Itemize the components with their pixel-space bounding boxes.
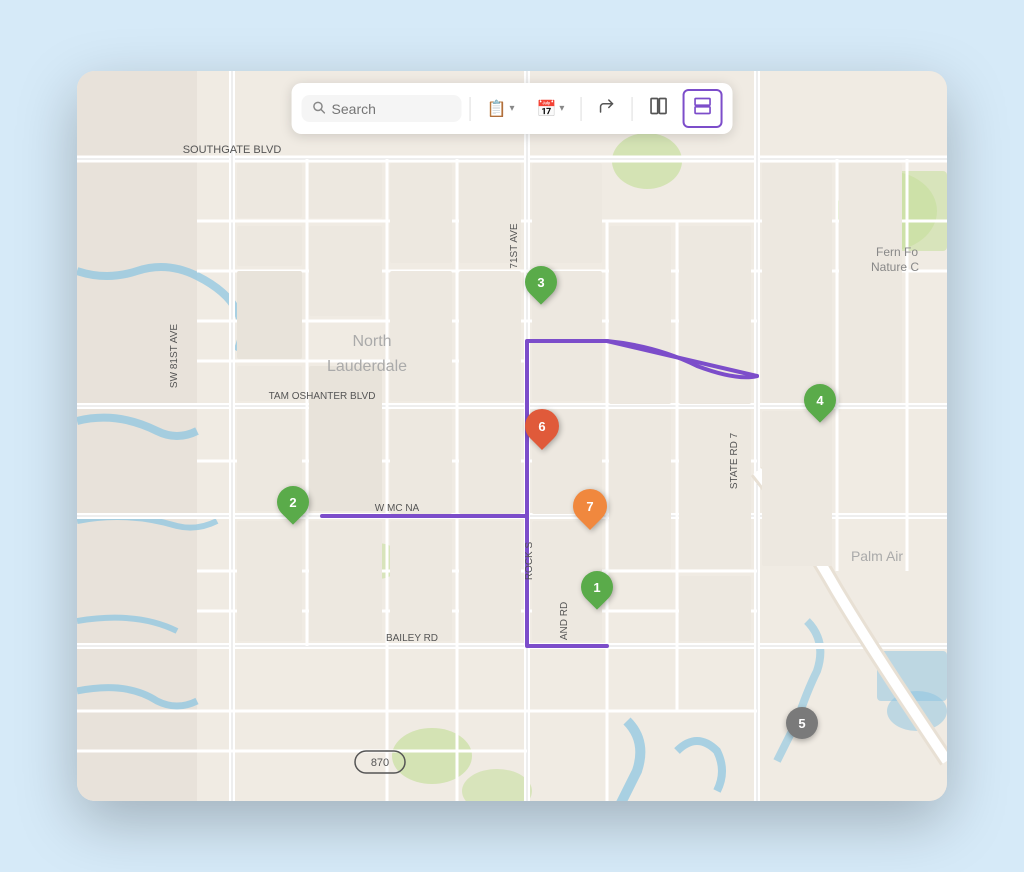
toolbar-divider-2: [580, 97, 581, 121]
marker-3[interactable]: 3: [518, 259, 563, 304]
svg-text:ROCK S: ROCK S: [524, 542, 535, 581]
svg-text:Nature C: Nature C: [871, 260, 919, 274]
svg-text:Palm Air: Palm Air: [851, 548, 903, 564]
split-v-button[interactable]: [682, 89, 722, 128]
search-box[interactable]: [302, 95, 462, 122]
marker-1[interactable]: 1: [574, 564, 619, 609]
svg-text:BAILEY RD: BAILEY RD: [386, 633, 438, 644]
marker-5[interactable]: 5: [786, 707, 818, 739]
svg-text:North: North: [352, 333, 391, 350]
svg-text:Fern Fo: Fern Fo: [876, 245, 918, 259]
svg-text:71ST AVE: 71ST AVE: [509, 223, 520, 269]
forward-button[interactable]: [589, 92, 623, 125]
marker-6[interactable]: 6: [518, 402, 566, 450]
toolbar: 📋 ▾ 📅 ▾: [292, 83, 733, 134]
search-input[interactable]: [332, 101, 452, 117]
toolbar-divider-3: [631, 97, 632, 121]
svg-text:W MC NA: W MC NA: [375, 503, 420, 514]
calendar-button[interactable]: 📅 ▾: [529, 94, 573, 124]
svg-text:TAM OSHANTER BLVD: TAM OSHANTER BLVD: [269, 391, 376, 402]
toolbar-divider-1: [470, 97, 471, 121]
split-v-icon: [692, 96, 712, 121]
calendar-icon: 📅: [537, 99, 557, 119]
forward-icon: [597, 97, 615, 120]
svg-text:Lauderdale: Lauderdale: [327, 358, 407, 375]
svg-text:SOUTHGATE BLVD: SOUTHGATE BLVD: [183, 144, 282, 156]
clipboard-button[interactable]: 📋 ▾: [479, 94, 523, 124]
svg-text:870: 870: [371, 757, 389, 769]
calendar-chevron: ▾: [559, 103, 564, 114]
marker-4[interactable]: 4: [797, 377, 842, 422]
map-area[interactable]: SOUTHGATE BLVD 71ST AVE SW 81ST AVE TAM …: [77, 71, 947, 801]
split-h-icon: [648, 96, 668, 121]
clipboard-icon: 📋: [487, 99, 507, 119]
clipboard-chevron: ▾: [509, 103, 514, 114]
svg-text:STATE RD 7: STATE RD 7: [729, 432, 740, 489]
svg-text:SW 81ST AVE: SW 81ST AVE: [169, 324, 180, 388]
svg-text:AND RD: AND RD: [559, 602, 570, 640]
marker-7[interactable]: 7: [566, 482, 614, 530]
split-h-button[interactable]: [640, 91, 676, 126]
search-icon: [312, 100, 326, 117]
marker-2[interactable]: 2: [270, 479, 315, 524]
map-window: SOUTHGATE BLVD 71ST AVE SW 81ST AVE TAM …: [77, 71, 947, 801]
